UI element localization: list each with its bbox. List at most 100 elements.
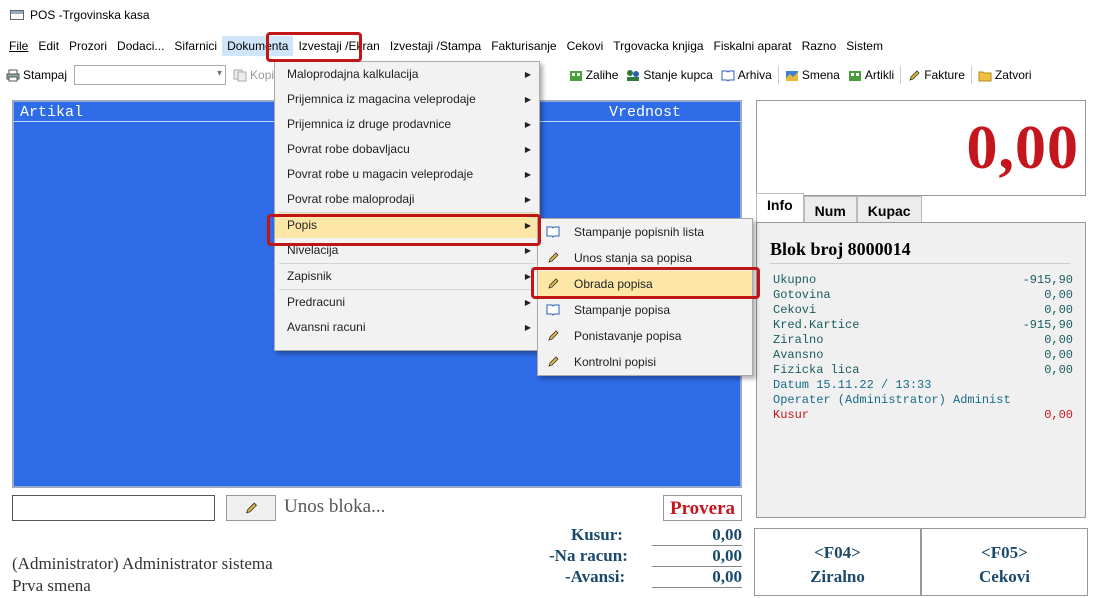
f04-label: Ziralno <box>810 567 865 586</box>
pencil-icon <box>246 502 257 514</box>
print-button[interactable]: Stampaj <box>2 68 71 82</box>
info-panel: Blok broj 8000014 Ukupno -915,90 Gotovina… <box>756 222 1086 518</box>
pencil-icon <box>548 252 559 263</box>
submenu-arrow-icon: ▶ <box>524 298 531 307</box>
menu-item-prijemnica-prodavnice[interactable]: Prijemnica iz druge prodavnice ▶ <box>275 112 539 137</box>
info-row-label: Ziralno <box>773 333 824 347</box>
menu-item-povrat-veleprodaje[interactable]: Povrat robe u magacin veleprodaje ▶ <box>275 162 539 187</box>
menu-trgovacka-knjiga[interactable]: Trgovacka knjiga <box>608 36 708 56</box>
submenu-arrow-icon: ▶ <box>524 246 531 255</box>
menu-item-predracuni[interactable]: Predracuni ▶ <box>275 290 539 315</box>
info-row-value: -915,90 <box>1022 273 1073 287</box>
pencil-icon <box>909 69 920 81</box>
pencil-icon <box>548 330 559 341</box>
menu-dodaci[interactable]: Dodaci... <box>112 36 169 56</box>
menu-item-label: Nivelacija <box>287 243 339 257</box>
f04-key: <F04> <box>814 543 861 562</box>
toolbar-separator <box>900 66 902 84</box>
submenu-item-kontrolni-popisi[interactable]: Kontrolni popisi <box>538 349 752 375</box>
total-display: 0,00 <box>756 100 1086 196</box>
zatvori-button[interactable]: Zatvori <box>974 68 1036 82</box>
zalihe-label: Zalihe <box>585 68 619 82</box>
tab-info[interactable]: Info <box>756 193 804 223</box>
book-icon <box>546 226 560 238</box>
info-row: Cekovi 0,00 <box>773 303 1073 318</box>
menu-bar: File Edit Prozori Dodaci... Sifarnici Do… <box>0 36 1093 56</box>
menu-dokumenta[interactable]: Dokumenta <box>222 36 294 56</box>
info-kusur-row: Kusur 0,00 <box>773 408 1073 423</box>
menu-item-label: Povrat robe maloprodaji <box>287 192 415 206</box>
tab-num[interactable]: Num <box>803 196 857 223</box>
menu-item-label: Avansni racuni <box>287 320 366 334</box>
f05-cekovi-button[interactable]: <F05> Cekovi <box>921 528 1088 596</box>
submenu-item-stampanje-popisa[interactable]: Stampanje popisa <box>538 297 752 323</box>
menu-item-avansni-racuni[interactable]: Avansni racuni ▶ <box>275 315 539 340</box>
menu-item-maloprodajna-kalkulacija[interactable]: Maloprodajna kalkulacija ▶ <box>275 62 539 87</box>
tab-kupac[interactable]: Kupac <box>856 196 922 223</box>
printer-combo[interactable] <box>74 65 227 85</box>
submenu-item-stampanje-popisnih-lista[interactable]: Stampanje popisnih lista <box>538 219 752 245</box>
smena-button[interactable]: Smena <box>781 68 844 82</box>
artikli-label: Artikli <box>864 68 895 82</box>
articles-icon <box>848 70 861 81</box>
artikli-button[interactable]: Artikli <box>844 68 898 82</box>
menu-izvestaji-ekran[interactable]: Izvestaji /Ekran <box>293 36 384 56</box>
menu-izvestaji-stampa[interactable]: Izvestaji /Stampa <box>385 36 486 56</box>
info-row-value: 0,00 <box>1044 303 1073 317</box>
arhiva-label: Arhiva <box>737 68 772 82</box>
submenu-arrow-icon: ▶ <box>524 120 531 129</box>
menu-item-prijemnica-veleprodaje[interactable]: Prijemnica iz magacina veleprodaje ▶ <box>275 87 539 112</box>
zalihe-button[interactable]: Zalihe <box>565 68 623 82</box>
submenu-item-obrada-popisa[interactable]: Obrada popisa <box>538 271 752 297</box>
pencil-icon <box>548 278 559 289</box>
submenu-item-ponistavanje-popisa[interactable]: Ponistavanje popisa <box>538 323 752 349</box>
menu-prozori[interactable]: Prozori <box>64 36 112 56</box>
info-row: Ukupno -915,90 <box>773 273 1073 288</box>
menu-edit[interactable]: Edit <box>33 36 64 56</box>
menu-fiskalni-aparat[interactable]: Fiskalni aparat <box>709 36 797 56</box>
stanje-kupca-button[interactable]: Stanje kupca <box>622 68 716 82</box>
print-label: Stampaj <box>23 68 68 82</box>
book-icon <box>721 70 735 82</box>
submenu-item-unos-stanja[interactable]: Unos stanja sa popisa <box>538 245 752 271</box>
menu-item-zapisnik[interactable]: Zapisnik ▶ <box>275 264 539 289</box>
avansi-value: 0,00 <box>652 567 742 588</box>
menu-item-popis[interactable]: Popis ▶ <box>275 213 539 238</box>
shift-status: Prva smena <box>12 576 91 595</box>
submenu-arrow-icon: ▶ <box>524 272 531 281</box>
menu-fakturisanje[interactable]: Fakturisanje <box>486 36 561 56</box>
kusur-value: 0,00 <box>652 525 742 546</box>
info-kusur-label: Kusur <box>773 408 810 422</box>
provera-button[interactable]: Provera <box>663 495 742 521</box>
na-racun-label: -Na racun: <box>549 546 628 565</box>
total-amount: 0,00 <box>966 114 1079 182</box>
receipt-input[interactable] <box>12 495 215 521</box>
divider <box>770 263 1070 264</box>
customer-icon <box>627 69 640 81</box>
info-row-value: 0,00 <box>1044 288 1073 302</box>
f04-ziralno-button[interactable]: <F04> Ziralno <box>754 528 921 596</box>
zatvori-label: Zatvori <box>994 68 1032 82</box>
arhiva-button[interactable]: Arhiva <box>717 68 776 82</box>
col-vrednost-header: Vrednost <box>609 104 682 121</box>
edit-button[interactable] <box>226 495 276 521</box>
menu-item-nivelacija[interactable]: Nivelacija ▶ <box>275 238 539 263</box>
fakture-button[interactable]: Fakture <box>903 68 969 82</box>
menu-item-povrat-dobavljacu[interactable]: Povrat robe dobavljacu ▶ <box>275 137 539 162</box>
menu-cekovi[interactable]: Cekovi <box>562 36 609 56</box>
menu-file[interactable]: File <box>4 36 33 56</box>
menu-razno[interactable]: Razno <box>797 36 842 56</box>
info-kusur-value: 0,00 <box>1044 408 1073 422</box>
menu-sistem[interactable]: Sistem <box>841 36 888 56</box>
stock-icon <box>569 70 582 81</box>
menu-item-label: Predracuni <box>287 295 346 309</box>
info-row-label: Avansno <box>773 348 824 362</box>
toolbar: Stampaj Kopira Zalihe Stanje kupca Arhiv… <box>0 60 1093 90</box>
pencil-icon <box>548 356 559 367</box>
info-row-label: Ukupno <box>773 273 817 287</box>
menu-sifarnici[interactable]: Sifarnici <box>169 36 222 56</box>
menu-item-povrat-maloprodaji[interactable]: Povrat robe maloprodaji ▶ <box>275 187 539 212</box>
copy-icon <box>233 69 247 81</box>
kusur-label: Kusur: <box>571 525 623 544</box>
avansi-label: -Avansi: <box>565 567 626 586</box>
